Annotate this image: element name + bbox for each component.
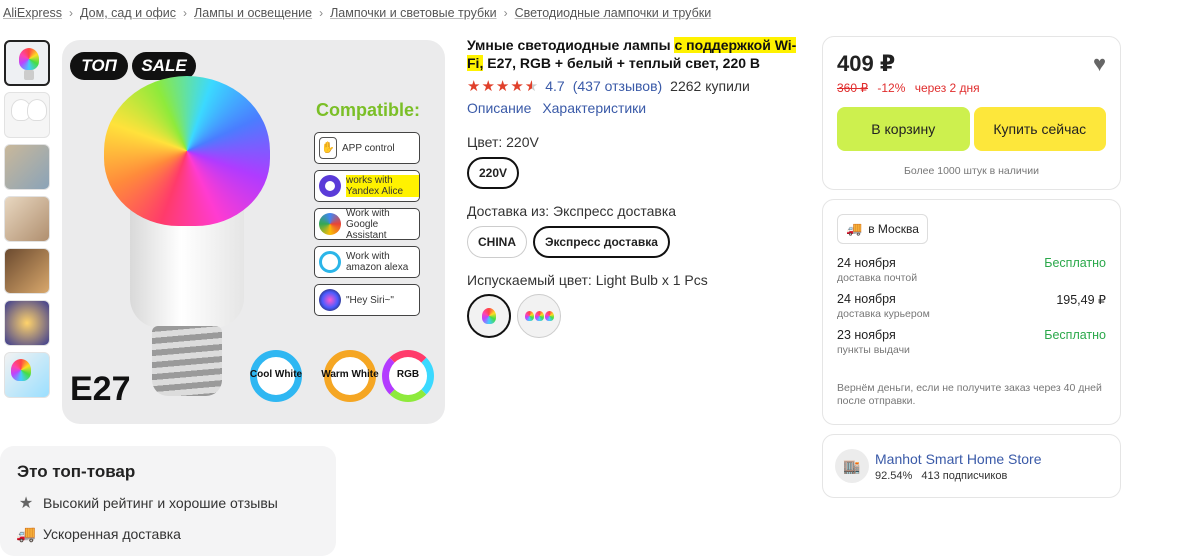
old-price: 360 ₽	[837, 81, 868, 95]
socket-label: E27	[70, 370, 131, 408]
mode-label: Warm White	[321, 369, 379, 380]
info-links: Описание Характеристики	[467, 100, 807, 116]
product-image[interactable]: ТОП SALE E27 Compatible: ✋ APP control w…	[62, 40, 445, 424]
heart-icon[interactable]: ♥	[1093, 51, 1106, 77]
compat-alexa: Work with amazon alexa	[314, 246, 420, 278]
emit-color-label: Испускаемый цвет: Light Bulb x 1 Pcs	[467, 272, 708, 288]
thumbnail[interactable]	[4, 248, 50, 294]
compat-siri: "Hey Siri~"	[314, 284, 420, 316]
variant-multi-bulb[interactable]	[517, 294, 561, 338]
option-220v[interactable]: 220V	[467, 157, 520, 189]
truck-icon: 🚚	[846, 221, 863, 236]
compatible-title: Compatible:	[316, 100, 421, 120]
emit-color-options	[467, 294, 807, 338]
reviews-link[interactable]: (437 отзывов)	[573, 78, 662, 94]
refund-note: Вернём деньги, если не получите заказ че…	[837, 382, 1102, 407]
delivery-option: 24 ноября доставка курьером 195,49 ₽	[837, 292, 1106, 320]
description-link[interactable]: Описание	[467, 100, 531, 116]
shipping-label: Доставка из: Экспресс доставка	[467, 203, 677, 219]
alexa-icon	[319, 251, 341, 273]
product-info: Умные светодиодные лампы с поддержкой Wi…	[467, 36, 807, 338]
star-icon: ★	[18, 495, 34, 512]
discount-percent: -12%	[877, 81, 906, 95]
breadcrumb-item[interactable]: Дом, сад и офис	[80, 6, 176, 20]
chevron-right-icon: ›	[503, 6, 508, 20]
thumbnail[interactable]	[4, 40, 50, 86]
store-followers: 413 подписчиков	[921, 469, 1008, 482]
delivery-card: 🚚 в Москва 24 ноября доставка почтой Бес…	[822, 199, 1121, 425]
delivery-option: 24 ноября доставка почтой Бесплатно	[837, 256, 1106, 284]
breadcrumb-item[interactable]: Лампы и освещение	[194, 6, 312, 20]
top-product-feature: 🚚 Ускоренная доставка	[16, 526, 181, 543]
store-meta: 92.54% 413 подписчиков	[875, 470, 1042, 482]
chevron-right-icon: ›	[183, 6, 188, 20]
color-label: Цвет: 220V	[467, 134, 539, 150]
google-assistant-icon	[319, 213, 341, 235]
breadcrumb: AliExpress › Дом, сад и офис › Лампы и о…	[3, 6, 711, 20]
top-badge: ТОП	[70, 52, 128, 80]
variant-single-bulb[interactable]	[467, 294, 511, 338]
siri-icon	[319, 289, 341, 311]
truck-icon: 🚚	[16, 526, 36, 543]
specs-link[interactable]: Характеристики	[542, 100, 646, 116]
store-rating: 92.54%	[875, 469, 913, 482]
thumbnail[interactable]	[4, 144, 50, 190]
delivery-option: 23 ноября пункты выдачи Бесплатно	[837, 328, 1106, 356]
breadcrumb-item[interactable]: Светодиодные лампочки и трубки	[515, 6, 712, 20]
chevron-right-icon: ›	[319, 6, 324, 20]
add-to-cart-button[interactable]: В корзину	[837, 107, 970, 151]
compat-alice: works with Yandex Alice	[314, 170, 420, 202]
option-china[interactable]: CHINA	[467, 226, 527, 258]
price-card: 409 ₽ ♥ 360 ₽ -12% через 2 дня В корзину…	[822, 36, 1121, 190]
thumbnail-list	[4, 40, 52, 404]
chevron-right-icon: ›	[69, 6, 74, 20]
store-card[interactable]: 🏬 Manhot Smart Home Store 92.54% 413 под…	[822, 434, 1121, 498]
rating-value: 4.7	[545, 78, 565, 94]
mode-label: RGB	[396, 369, 420, 380]
color-options: 220V	[467, 157, 807, 189]
top-product-feature: ★ Высокий рейтинг и хорошие отзывы	[18, 495, 278, 512]
bulb-glass	[104, 76, 270, 226]
thumbnail[interactable]	[4, 196, 50, 242]
buy-now-button[interactable]: Купить сейчас	[973, 107, 1106, 151]
store-icon: 🏬	[835, 449, 869, 483]
buy-buttons: В корзину Купить сейчас	[837, 107, 1106, 151]
thumbnail[interactable]	[4, 352, 50, 398]
discount-row: 360 ₽ -12% через 2 дня	[837, 81, 1106, 95]
rating-row: ★★★★★ 4.7 (437 отзывов) 2262 купили	[467, 77, 807, 95]
product-title: Умные светодиодные лампы с поддержкой Wi…	[467, 37, 797, 71]
bulb-socket	[152, 326, 222, 396]
city-selector[interactable]: 🚚 в Москва	[837, 214, 928, 244]
phone-icon: ✋	[319, 137, 337, 159]
current-price: 409 ₽	[837, 51, 896, 76]
breadcrumb-item[interactable]: AliExpress	[3, 6, 62, 20]
thumbnail[interactable]	[4, 92, 50, 138]
breadcrumb-item[interactable]: Лампочки и световые трубки	[330, 6, 497, 20]
store-name[interactable]: Manhot Smart Home Store	[875, 451, 1042, 467]
option-express[interactable]: Экспресс доставка	[533, 226, 670, 258]
top-product-title: Это топ-товар	[17, 462, 136, 481]
stock-status: Более 1000 штук в наличии	[904, 165, 1039, 177]
rating-stars-icon: ★★★★★	[467, 78, 540, 95]
mode-label: Cool White	[249, 369, 303, 380]
compat-app: ✋ APP control	[314, 132, 420, 164]
alice-icon	[319, 175, 341, 197]
shipping-options: CHINA Экспресс доставка	[467, 226, 807, 258]
top-product-box: Это топ-товар ★ Высокий рейтинг и хороши…	[0, 446, 336, 556]
thumbnail[interactable]	[4, 300, 50, 346]
discount-timer: через 2 дня	[914, 81, 980, 95]
compat-google: Work with Google Assistant	[314, 208, 420, 241]
sold-count: 2262 купили	[670, 78, 750, 94]
